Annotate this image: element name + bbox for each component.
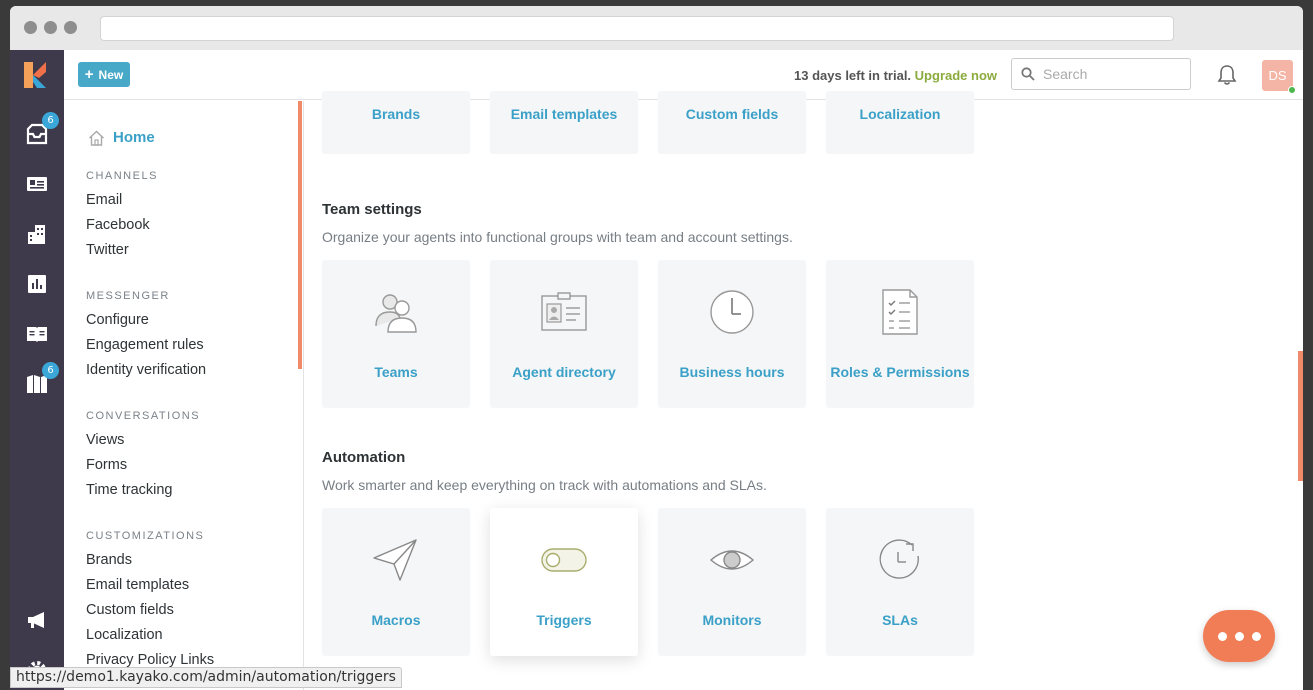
clock-icon: [710, 290, 754, 334]
rail-organizations[interactable]: [10, 214, 64, 254]
sidebar-scrollbar[interactable]: [298, 101, 302, 369]
card-localization[interactable]: Localization: [826, 91, 974, 154]
address-bar[interactable]: [100, 16, 1174, 41]
home-label: Home: [113, 129, 155, 146]
section-messenger-title: MESSENGER: [86, 290, 170, 302]
card-custom-fields-label: Custom fields: [685, 106, 779, 122]
card-business-hours[interactable]: Business hours: [658, 260, 806, 408]
team-settings-description: Organize your agents into functional gro…: [322, 229, 793, 245]
paper-plane-icon: [373, 539, 417, 581]
link-status-url: https://demo1.kayako.com/admin/automatio…: [10, 667, 402, 688]
trial-notice: 13 days left in trial. Upgrade now: [794, 68, 997, 83]
rail-insights[interactable]: 6: [10, 362, 64, 404]
bell-icon[interactable]: [1216, 64, 1238, 86]
card-monitors[interactable]: Monitors: [658, 508, 806, 656]
team-settings-heading: Team settings: [322, 201, 422, 218]
window-minimize-dot[interactable]: [44, 21, 57, 34]
section-customizations-title: CUSTOMIZATIONS: [86, 530, 205, 542]
card-triggers[interactable]: Triggers: [490, 508, 638, 656]
kayako-logo-icon[interactable]: [24, 62, 46, 88]
id-badge-icon: [541, 292, 587, 331]
megaphone-icon: [28, 612, 44, 628]
card-localization-label: Localization: [859, 106, 941, 122]
chat-dot-icon: [1251, 631, 1261, 641]
refresh-clock-icon: [879, 539, 919, 579]
bar-chart-icon: [28, 275, 46, 293]
inbox-badge: 6: [42, 112, 59, 129]
rail-helpcenter[interactable]: [10, 314, 64, 354]
card-teams-label: Teams: [374, 364, 418, 380]
main-scrollbar[interactable]: [1298, 351, 1303, 481]
card-roles-permissions-label: Roles & Permissions: [830, 364, 970, 380]
card-email-templates-label: Email templates: [510, 106, 618, 122]
sidebar-item-engagement-rules[interactable]: Engagement rules: [86, 337, 204, 353]
sidebar-item-time-tracking[interactable]: Time tracking: [86, 482, 172, 498]
card-brands-label: Brands: [371, 106, 421, 122]
checklist-icon: [882, 289, 918, 335]
section-channels-title: CHANNELS: [86, 170, 158, 182]
automation-description: Work smarter and keep everything on trac…: [322, 477, 767, 493]
sidebar-item-twitter[interactable]: Twitter: [86, 242, 129, 258]
online-status-dot: [1288, 86, 1296, 94]
search-icon: [1021, 67, 1035, 81]
eye-icon: [709, 550, 755, 570]
rail-announcements[interactable]: [10, 600, 64, 640]
contact-card-icon: [27, 177, 47, 191]
sidebar-item-brands[interactable]: Brands: [86, 552, 132, 568]
sidebar-item-forms[interactable]: Forms: [86, 457, 127, 473]
sidebar-home-link[interactable]: Home: [88, 129, 155, 146]
sidebar-item-custom-fields[interactable]: Custom fields: [86, 602, 174, 618]
card-agent-directory[interactable]: Agent directory: [490, 260, 638, 408]
chat-dot-icon: [1217, 631, 1227, 641]
chat-dot-icon: [1234, 631, 1244, 641]
card-macros[interactable]: Macros: [322, 508, 470, 656]
insights-badge: 6: [42, 362, 59, 379]
app-rail: 6 6: [10, 50, 64, 690]
admin-main: Brands Email templates Custom fields Loc…: [305, 91, 1303, 690]
card-email-templates[interactable]: Email templates: [490, 91, 638, 154]
search-box[interactable]: [1011, 58, 1191, 90]
settings-sidebar: Home CHANNELS Email Facebook Twitter MES…: [64, 101, 304, 690]
sidebar-item-identity-verification[interactable]: Identity verification: [86, 362, 206, 378]
card-slas[interactable]: SLAs: [826, 508, 974, 656]
home-icon: [89, 130, 104, 146]
new-button-label: New: [98, 67, 124, 82]
browser-window: 6 6 + New 13 days left in trial. Upgrade…: [10, 6, 1303, 690]
sidebar-item-email-templates[interactable]: Email templates: [86, 577, 189, 593]
window-maximize-dot[interactable]: [64, 21, 77, 34]
book-icon: [27, 327, 47, 342]
rail-reports[interactable]: [10, 264, 64, 304]
card-roles-permissions[interactable]: Roles & Permissions: [826, 260, 974, 408]
card-business-hours-label: Business hours: [679, 364, 785, 380]
section-conversations-title: CONVERSATIONS: [86, 410, 201, 422]
rail-inbox[interactable]: 6: [10, 112, 64, 154]
sidebar-item-configure[interactable]: Configure: [86, 312, 149, 328]
plus-icon: +: [84, 66, 94, 83]
sidebar-item-facebook[interactable]: Facebook: [86, 217, 150, 233]
browser-chrome: [10, 6, 1303, 50]
trial-days-text: 13 days left in trial.: [794, 68, 912, 83]
card-triggers-label: Triggers: [536, 612, 592, 628]
sidebar-item-email[interactable]: Email: [86, 192, 122, 208]
card-custom-fields[interactable]: Custom fields: [658, 91, 806, 154]
automation-heading: Automation: [322, 449, 406, 466]
new-button[interactable]: + New: [78, 62, 130, 87]
card-macros-label: Macros: [371, 612, 421, 628]
sidebar-item-privacy-policy-links[interactable]: Privacy Policy Links: [86, 652, 214, 668]
building-icon: [28, 225, 45, 244]
card-teams[interactable]: Teams: [322, 260, 470, 408]
search-input[interactable]: [1043, 66, 1173, 82]
sidebar-item-views[interactable]: Views: [86, 432, 124, 448]
card-monitors-label: Monitors: [702, 612, 762, 628]
teams-icon: [375, 294, 417, 333]
card-agent-directory-label: Agent directory: [512, 364, 616, 380]
card-brands[interactable]: Brands: [322, 91, 470, 154]
messenger-chat-button[interactable]: [1203, 610, 1275, 662]
toggle-switch-icon: [541, 548, 587, 572]
card-slas-label: SLAs: [882, 612, 918, 628]
window-close-dot[interactable]: [24, 21, 37, 34]
rail-contacts[interactable]: [10, 164, 64, 204]
upgrade-link[interactable]: Upgrade now: [915, 68, 997, 83]
sidebar-item-localization[interactable]: Localization: [86, 627, 163, 643]
